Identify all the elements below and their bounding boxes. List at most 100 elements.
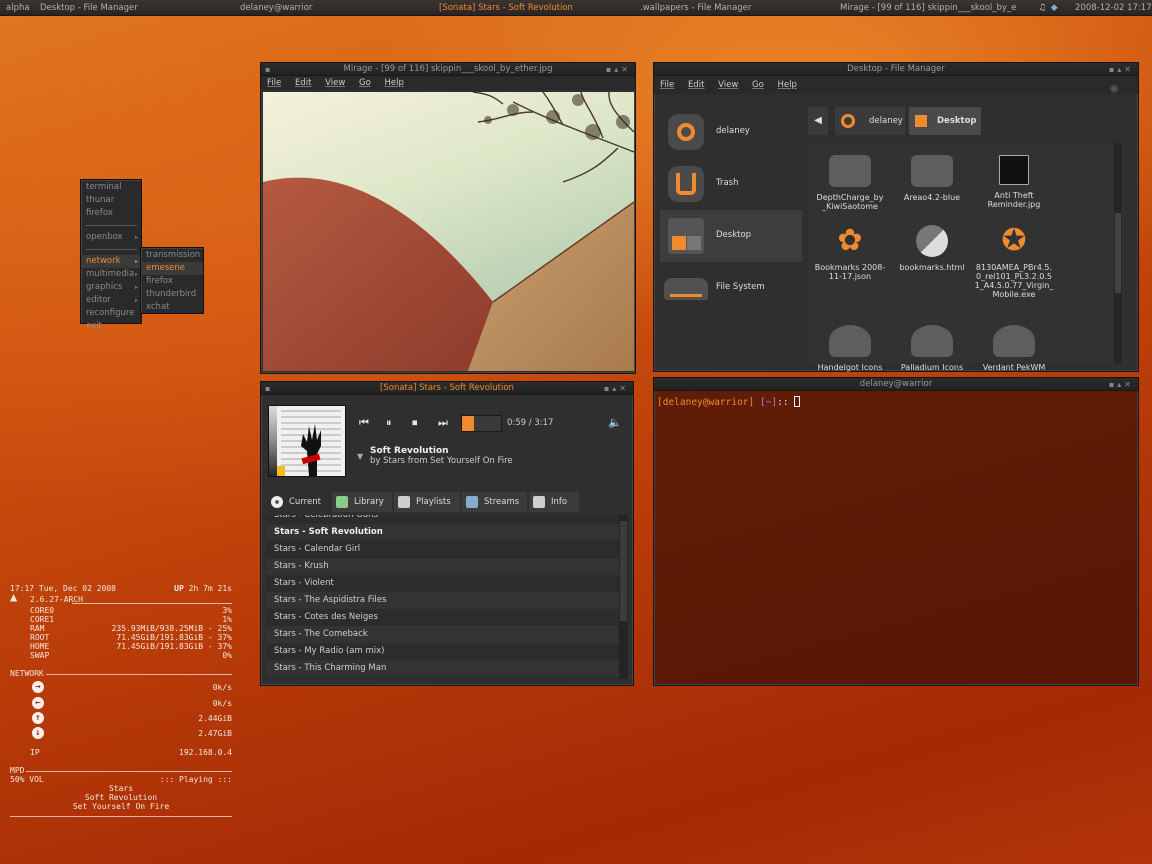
submenu-item-thunderbird[interactable]: thunderbird <box>141 288 203 301</box>
breadcrumb-delaney[interactable]: delaney <box>835 107 905 135</box>
playlist-row[interactable]: Stars - Cotes des Neiges <box>266 609 628 626</box>
conky-monitor: 17:17 Tue, Dec 02 2008 UP 2h 7m 21s ▲ 2.… <box>10 584 232 817</box>
menu-separator <box>85 225 137 226</box>
window-menu-icon[interactable]: ▪ <box>265 382 270 395</box>
desktop-name[interactable]: alpha <box>6 0 30 16</box>
window-buttons[interactable]: ▪▴✕ <box>1109 63 1134 76</box>
conky-ip: 192.168.0.4 <box>179 748 232 757</box>
menu-item-openbox[interactable]: openbox ▸ <box>81 231 141 244</box>
file-item[interactable]: ✿ Bookmarks 2008-11-17.json <box>810 225 890 282</box>
menu-file[interactable]: File <box>267 78 281 88</box>
file-item[interactable]: Anti Theft Reminder.jpg <box>974 155 1054 209</box>
menu-item-exit[interactable]: exit <box>81 320 141 333</box>
file-item[interactable]: Areao4.2-blue <box>892 155 972 202</box>
menu-item-multimedia[interactable]: multimedia ▸ <box>81 268 141 281</box>
playlist-row[interactable]: Stars - The Comeback <box>266 626 628 643</box>
html-icon <box>916 225 948 257</box>
menu-view[interactable]: View <box>718 80 738 90</box>
window-buttons[interactable]: ▪▴✕ <box>606 63 631 76</box>
terminal-titlebar[interactable]: delaney@warrior ▪▴✕ <box>654 378 1138 391</box>
menu-go[interactable]: Go <box>359 78 371 88</box>
window-buttons[interactable]: ▪▴✕ <box>604 382 629 395</box>
file-item[interactable]: Palladium Icons <box>892 325 972 372</box>
menu-help[interactable]: Help <box>777 80 796 90</box>
music-note-icon[interactable]: ♫ <box>1038 3 1048 13</box>
task-file-manager-wallpapers[interactable]: .wallpapers - File Manager <box>640 0 751 16</box>
breadcrumb-desktop[interactable]: Desktop <box>909 107 981 135</box>
submenu-item-xchat[interactable]: xchat <box>141 301 203 314</box>
menu-file[interactable]: File <box>660 80 674 90</box>
sidebar-item-desktop[interactable]: Desktop <box>660 210 802 262</box>
submenu-item-transmission[interactable]: transmission <box>141 249 203 262</box>
pause-icon[interactable]: ⏸ <box>386 416 392 430</box>
submenu-arrow-icon: ▸ <box>134 284 138 291</box>
volume-icon[interactable]: 🔈 <box>608 416 622 429</box>
window-buttons[interactable]: ▪▴✕ <box>1109 378 1134 391</box>
file-item[interactable]: bookmarks.html <box>892 225 972 272</box>
prompt-user: [delaney@warrior] <box>657 397 755 408</box>
file-item[interactable]: Verdant PekWM <box>974 325 1054 372</box>
sidebar-item-delaney[interactable]: delaney <box>660 106 802 158</box>
scrollbar[interactable] <box>619 515 628 679</box>
drive-icon <box>664 278 708 300</box>
expander-arrow-icon[interactable]: ▼ <box>357 452 363 461</box>
menu-go[interactable]: Go <box>752 80 764 90</box>
scrollbar[interactable] <box>1114 143 1122 363</box>
previous-track-icon[interactable]: ⏮ <box>359 416 369 430</box>
submenu-item-firefox[interactable]: firefox <box>141 275 203 288</box>
song-title: Soft Revolution <box>370 446 449 456</box>
playlist-row[interactable]: Stars - This Charming Man <box>266 660 628 677</box>
menu-item-terminal[interactable]: terminal <box>81 181 141 194</box>
progress-bar[interactable] <box>461 415 502 432</box>
file-item[interactable]: Handelgot Icons <box>810 325 890 372</box>
playlist-row[interactable]: Stars - Calendar Girl <box>266 541 628 558</box>
submenu-item-emesene[interactable]: emesene <box>141 262 203 275</box>
menu-help[interactable]: Help <box>384 78 403 88</box>
menu-item-network[interactable]: network ▸ <box>81 255 141 268</box>
network-icon[interactable]: ◆ <box>1051 3 1061 13</box>
menu-item-reconfigure[interactable]: reconfigure <box>81 307 141 320</box>
conky-kernel-row: ▲ 2.6.27-ARCH <box>10 591 232 606</box>
album-art[interactable] <box>268 405 346 477</box>
menu-item-thunar[interactable]: thunar <box>81 194 141 207</box>
progress-fill <box>462 416 474 431</box>
sidebar-item-trash[interactable]: Trash <box>660 158 802 210</box>
menu-view[interactable]: View <box>325 78 345 88</box>
playlist-icon <box>398 496 410 508</box>
tab-library[interactable]: Library <box>332 492 392 512</box>
tab-playlists[interactable]: Playlists <box>394 492 460 512</box>
menu-item-firefox[interactable]: firefox <box>81 207 141 220</box>
sidebar-item-file-system[interactable]: File System <box>660 262 802 314</box>
playlist-row[interactable]: Stars - My Radio (am mix) <box>266 643 628 660</box>
file-view[interactable]: DepthCharge_by _KiwiSaotome Areao4.2-blu… <box>808 143 1124 372</box>
sonata-titlebar[interactable]: ▪ [Sonata] Stars - Soft Revolution ▪▴✕ <box>261 382 633 395</box>
playlist-row[interactable]: Stars - The Aspidistra Files <box>266 592 628 609</box>
back-arrow-icon[interactable]: ◀ <box>808 107 828 135</box>
tab-streams[interactable]: Streams <box>462 492 527 512</box>
playlist-row[interactable]: Stars - Krush <box>266 558 628 575</box>
task-file-manager-desktop[interactable]: Desktop - File Manager <box>40 0 138 16</box>
stop-icon[interactable]: ⏹ <box>412 416 418 430</box>
tab-current[interactable]: Current <box>267 492 330 512</box>
menu-edit[interactable]: Edit <box>295 78 311 88</box>
menu-item-graphics[interactable]: graphics ▸ <box>81 281 141 294</box>
file-manager-titlebar[interactable]: Desktop - File Manager ▪▴✕ <box>654 63 1138 76</box>
next-track-icon[interactable]: ⏭ <box>438 416 448 430</box>
task-mirage[interactable]: Mirage - [99 of 116] skippin___skool_by_… <box>840 0 1016 16</box>
playlist-row-current[interactable]: Stars - Soft Revolution <box>266 524 628 541</box>
playlist-row[interactable]: Stars - Celebration Guns <box>266 515 628 524</box>
mirage-titlebar[interactable]: ▪ Mirage - [99 of 116] skippin___skool_b… <box>261 63 635 76</box>
submenu-arrow-icon: ▸ <box>134 258 138 265</box>
file-item[interactable]: DepthCharge_by _KiwiSaotome <box>810 155 890 211</box>
task-sonata[interactable]: [Sonata] Stars - Soft Revolution <box>439 0 573 16</box>
tab-info[interactable]: Info <box>529 492 579 512</box>
file-item[interactable]: ✪ 8130AMEA_PBr4.5.0_rel101_PL3.2.0.51_A4… <box>974 225 1054 300</box>
menu-item-editor[interactable]: editor ▸ <box>81 294 141 307</box>
image-view[interactable] <box>263 92 634 371</box>
task-terminal[interactable]: delaney@warrior <box>240 0 312 16</box>
window-menu-icon[interactable]: ▪ <box>265 63 270 76</box>
menu-edit[interactable]: Edit <box>688 80 704 90</box>
prompt-dir: [~] <box>759 397 778 408</box>
terminal-window[interactable]: delaney@warrior ▪▴✕ [delaney@warrior] [~… <box>653 377 1139 686</box>
playlist-row[interactable]: Stars - Violent <box>266 575 628 592</box>
